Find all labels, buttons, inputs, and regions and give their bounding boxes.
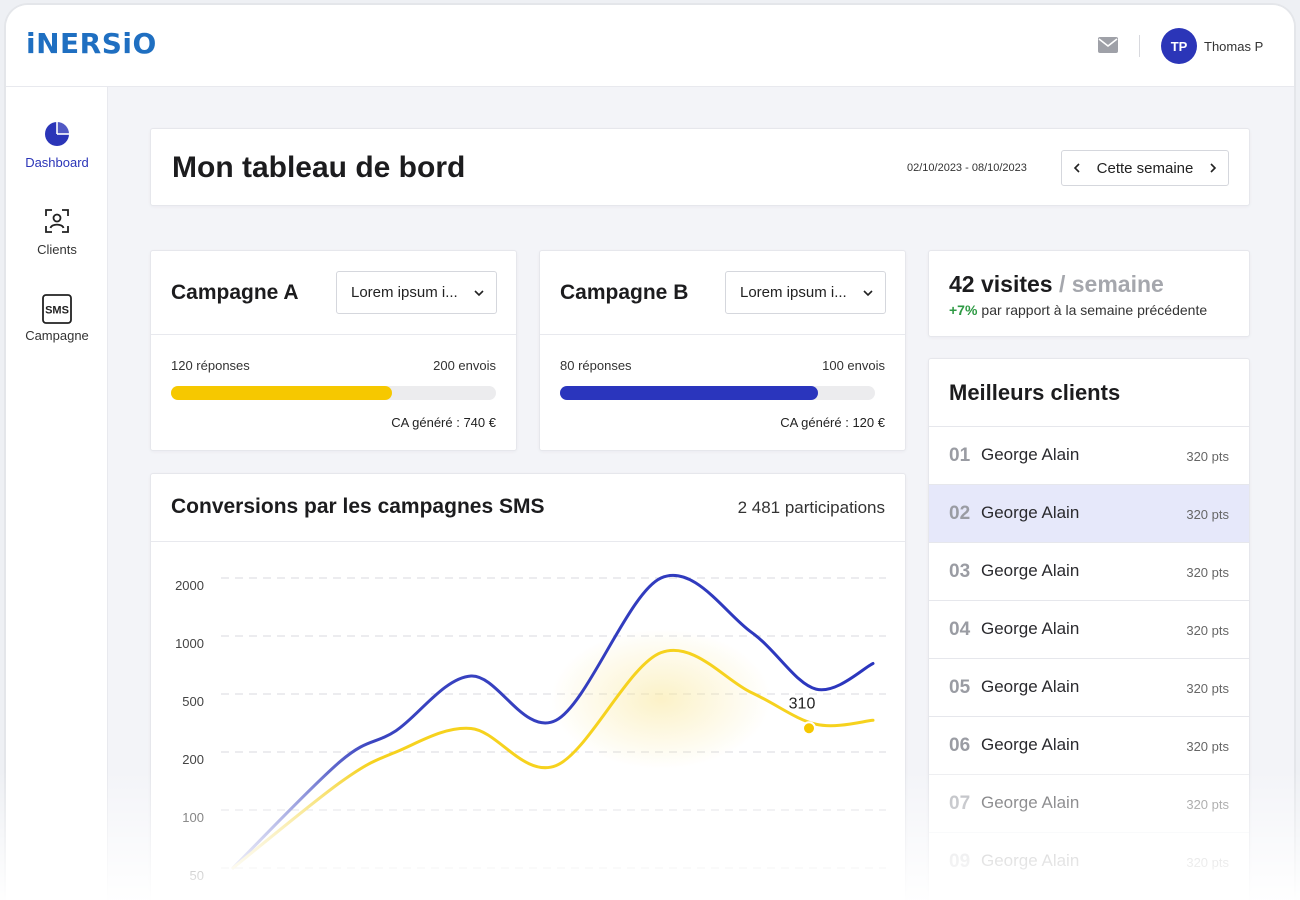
- responses-count: 120 réponses: [171, 358, 250, 373]
- highlight-point[interactable]: [802, 721, 816, 736]
- top-bar: iNERSiO TP Thomas P: [6, 5, 1294, 87]
- sidebar-item-campagne[interactable]: SMS Campagne: [6, 294, 108, 343]
- chevron-down-icon: [474, 290, 484, 297]
- client-points: 320 pts: [1186, 681, 1229, 696]
- progress-track: [171, 386, 496, 400]
- svg-text:SMS: SMS: [45, 305, 69, 317]
- progress-fill: [560, 386, 819, 400]
- client-row[interactable]: 04 George Alain 320 pts: [929, 600, 1249, 658]
- select-value: Lorem ipsum i...: [351, 284, 458, 301]
- client-points: 320 pts: [1186, 565, 1229, 580]
- sidebar-item-clients[interactable]: Clients: [6, 208, 108, 257]
- period-selector[interactable]: Cette semaine: [1061, 150, 1229, 186]
- client-name: George Alain: [981, 561, 1080, 580]
- client-rank: 01: [949, 445, 971, 466]
- campaign-title: Campagne B: [560, 281, 689, 304]
- visits-period: / semaine: [1058, 271, 1164, 297]
- client-name: George Alain: [981, 735, 1080, 754]
- conversions-card: Conversions par les campagnes SMS 2 481 …: [150, 473, 906, 900]
- client-rank: 07: [949, 793, 971, 814]
- client-points: 320 pts: [1186, 507, 1229, 522]
- sidebar-item-label: Clients: [37, 242, 77, 257]
- app-window: iNERSiO TP Thomas P Dashboard Clients SM…: [6, 5, 1294, 900]
- period-label: Cette semaine: [1096, 159, 1194, 177]
- sends-count: 100 envois: [822, 358, 885, 373]
- client-row[interactable]: 01 George Alain 320 pts: [929, 426, 1249, 484]
- campaign-card-a: Campagne A Lorem ipsum i... 120 réponses…: [150, 250, 517, 451]
- best-clients-title: Meilleurs clients: [949, 380, 1121, 405]
- client-rank: 06: [949, 735, 971, 756]
- client-points: 320 pts: [1186, 623, 1229, 638]
- responses-count: 80 réponses: [560, 358, 632, 373]
- client-row[interactable]: 09 George Alain 320 pts: [929, 832, 1249, 890]
- revenue-label: CA généré : 120 €: [780, 415, 885, 430]
- sidebar-item-label: Dashboard: [25, 155, 89, 170]
- sidebar-item-dashboard[interactable]: Dashboard: [6, 121, 108, 170]
- chevron-left-icon[interactable]: [1072, 163, 1082, 173]
- client-name: George Alain: [981, 445, 1080, 464]
- visits-change-percent: +7%: [949, 302, 978, 318]
- client-rank: 03: [949, 561, 971, 582]
- sidebar: Dashboard Clients SMS Campagne: [6, 87, 108, 900]
- client-row[interactable]: 06 George Alain 320 pts: [929, 716, 1249, 774]
- user-name[interactable]: Thomas P: [1204, 39, 1263, 54]
- divider: [1139, 35, 1140, 57]
- main-content: Mon tableau de bord 02/10/2023 - 08/10/2…: [108, 87, 1294, 900]
- select-value: Lorem ipsum i...: [740, 284, 847, 301]
- chevron-down-icon: [863, 290, 873, 297]
- conversions-chart: 310: [221, 574, 886, 870]
- client-row[interactable]: 03 George Alain 320 pts: [929, 542, 1249, 600]
- chevron-right-icon[interactable]: [1208, 163, 1218, 173]
- client-name: George Alain: [981, 677, 1080, 696]
- client-name: George Alain: [981, 619, 1080, 638]
- client-rank: 09: [949, 851, 971, 872]
- progress-fill: [171, 386, 392, 400]
- page-title: Mon tableau de bord: [172, 151, 466, 184]
- visits-card: 42 visites / semaine +7% par rapport à la…: [928, 250, 1250, 337]
- visits-count: 42 visites / semaine: [949, 271, 1164, 298]
- client-points: 320 pts: [1186, 739, 1229, 754]
- client-row[interactable]: 07 George Alain 320 pts: [929, 774, 1249, 832]
- avatar[interactable]: TP: [1161, 28, 1197, 64]
- page-header-card: Mon tableau de bord 02/10/2023 - 08/10/2…: [150, 128, 1250, 206]
- pie-chart-icon: [45, 122, 69, 146]
- client-rank: 02: [949, 503, 971, 524]
- highlight-point-label: 310: [789, 695, 816, 712]
- client-points: 320 pts: [1186, 449, 1229, 464]
- user-scan-icon: [45, 209, 69, 233]
- sends-count: 200 envois: [433, 358, 496, 373]
- date-range: 02/10/2023 - 08/10/2023: [907, 162, 1027, 174]
- best-clients-card: Meilleurs clients 01 George Alain 320 pts 0…: [928, 358, 1250, 900]
- client-name: George Alain: [981, 793, 1080, 812]
- campaign-title: Campagne A: [171, 281, 299, 304]
- client-points: 320 pts: [1186, 797, 1229, 812]
- logo[interactable]: iNERSiO: [26, 27, 157, 60]
- series-line-2: [231, 649, 875, 870]
- divider: [540, 334, 905, 335]
- client-name: George Alain: [981, 851, 1080, 870]
- campaign-select[interactable]: Lorem ipsum i...: [336, 271, 497, 314]
- sms-icon: SMS: [42, 294, 72, 324]
- visits-number: 42 visites: [949, 271, 1053, 297]
- campaign-select[interactable]: Lorem ipsum i...: [725, 271, 886, 314]
- client-points: 320 pts: [1186, 855, 1229, 870]
- campaign-card-b: Campagne B Lorem ipsum i... 80 réponses …: [539, 250, 906, 451]
- progress-track: [560, 386, 875, 400]
- client-row[interactable]: 02 George Alain 320 pts: [929, 484, 1249, 542]
- series-glow: [551, 629, 771, 769]
- visits-change: +7% par rapport à la semaine précédente: [949, 302, 1207, 318]
- series-line-1: [231, 574, 875, 870]
- client-row[interactable]: 05 George Alain 320 pts: [929, 658, 1249, 716]
- client-name: George Alain: [981, 503, 1080, 522]
- visits-change-text: par rapport à la semaine précédente: [981, 302, 1208, 318]
- revenue-label: CA généré : 740 €: [391, 415, 496, 430]
- mail-icon[interactable]: [1098, 37, 1118, 53]
- divider: [151, 334, 516, 335]
- client-rank: 04: [949, 619, 971, 640]
- sidebar-item-label: Campagne: [25, 328, 89, 343]
- client-rank: 05: [949, 677, 971, 698]
